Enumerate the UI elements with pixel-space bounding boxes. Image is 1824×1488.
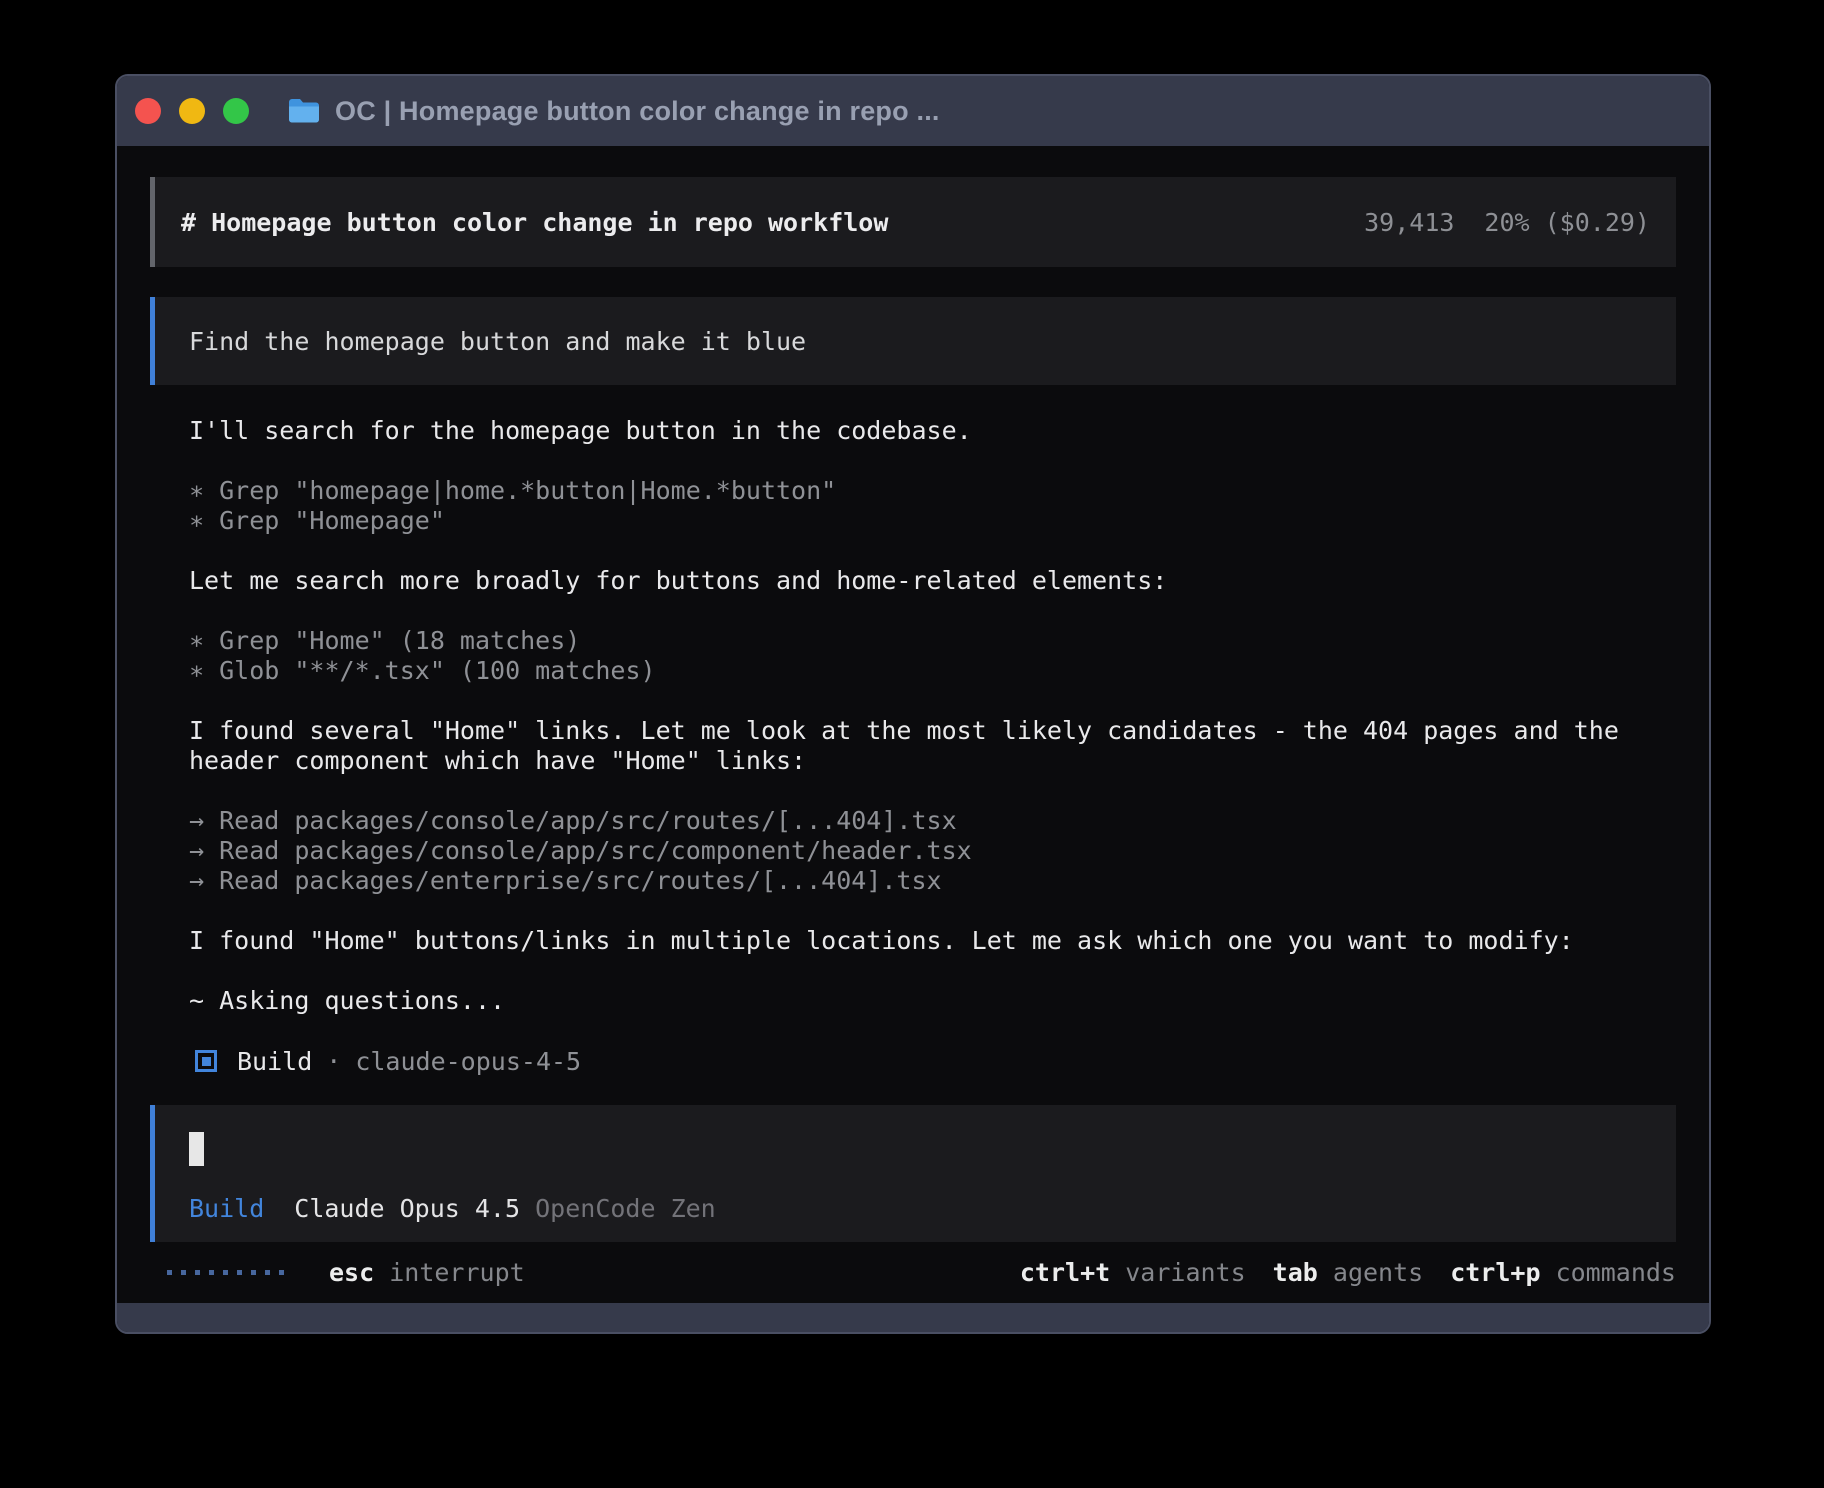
title-bar: OC | Homepage button color change in rep… <box>117 76 1709 146</box>
tool-call-read: → Read packages/console/app/src/componen… <box>189 836 1676 866</box>
window-bottom-bar <box>117 1303 1709 1332</box>
input-agent-label[interactable]: Build <box>189 1194 264 1223</box>
session-stats: 39,413 20% ($0.29) <box>1364 208 1650 237</box>
folder-icon <box>287 97 321 125</box>
assistant-text: I found several "Home" links. Let me loo… <box>189 716 1676 746</box>
assistant-text: I found "Home" buttons/links in multiple… <box>189 926 1676 956</box>
agent-badge: Build · claude-opus-4-5 <box>189 1046 1676 1076</box>
assistant-text: Let me search more broadly for buttons a… <box>189 566 1676 596</box>
tool-call-read: → Read packages/console/app/src/routes/[… <box>189 806 1676 836</box>
spinner-dot <box>167 1270 172 1275</box>
assistant-transcript: I'll search for the homepage button in t… <box>189 416 1676 1076</box>
user-message-text: Find the homepage button and make it blu… <box>189 327 806 356</box>
spinner-dot <box>209 1270 214 1275</box>
agent-separator: · <box>326 1047 341 1076</box>
spinner-dot <box>181 1270 186 1275</box>
tool-call-glob: ∗ Glob "**/*.tsx" (100 matches) <box>189 656 1676 686</box>
session-header: # Homepage button color change in repo w… <box>150 177 1676 267</box>
window-title: OC | Homepage button color change in rep… <box>335 96 940 127</box>
spinner-dot <box>265 1270 270 1275</box>
text-cursor <box>189 1132 204 1166</box>
zoom-button[interactable] <box>223 98 249 124</box>
session-title: # Homepage button color change in repo w… <box>181 208 888 237</box>
assistant-text: header component which have "Home" links… <box>189 746 1676 776</box>
tool-call-grep: ∗ Grep "Home" (18 matches) <box>189 626 1676 656</box>
input-model-label[interactable]: Claude Opus 4.5 <box>294 1194 520 1223</box>
assistant-text: I'll search for the homepage button in t… <box>189 416 1676 446</box>
prompt-input[interactable]: Build Claude Opus 4.5 OpenCode Zen <box>150 1105 1676 1242</box>
hint-variants: ctrl+t variants <box>1020 1258 1246 1287</box>
build-agent-icon <box>195 1050 217 1072</box>
hint-commands: ctrl+p commands <box>1450 1258 1676 1287</box>
hint-interrupt: esc interrupt <box>329 1258 525 1287</box>
spinner-dot <box>237 1270 242 1275</box>
user-message: Find the homepage button and make it blu… <box>150 297 1676 385</box>
tool-call-grep: ∗ Grep "homepage|home.*button|Home.*butt… <box>189 476 1676 506</box>
status-bar: esc interrupt ctrl+t variants tab agents… <box>150 1257 1676 1287</box>
spinner-dot <box>251 1270 256 1275</box>
model-line: Build Claude Opus 4.5 OpenCode Zen <box>189 1194 1642 1224</box>
agent-name: Build <box>237 1047 312 1076</box>
tool-call-grep: ∗ Grep "Homepage" <box>189 506 1676 536</box>
input-provider-label: OpenCode Zen <box>535 1194 716 1223</box>
spinner-dot <box>223 1270 228 1275</box>
tool-call-read: → Read packages/enterprise/src/routes/[.… <box>189 866 1676 896</box>
spinner-dot <box>279 1270 284 1275</box>
assistant-status: ~ Asking questions... <box>189 986 1676 1016</box>
context-usage: 20% ($0.29) <box>1484 208 1650 237</box>
minimize-button[interactable] <box>179 98 205 124</box>
agent-model: claude-opus-4-5 <box>355 1047 581 1076</box>
token-count: 39,413 <box>1364 208 1454 237</box>
terminal-window: OC | Homepage button color change in rep… <box>115 74 1711 1334</box>
spinner-dot <box>195 1270 200 1275</box>
close-button[interactable] <box>135 98 161 124</box>
hint-agents: tab agents <box>1273 1258 1424 1287</box>
spinner-dots <box>167 1270 293 1275</box>
terminal-content: # Homepage button color change in repo w… <box>117 146 1709 1303</box>
